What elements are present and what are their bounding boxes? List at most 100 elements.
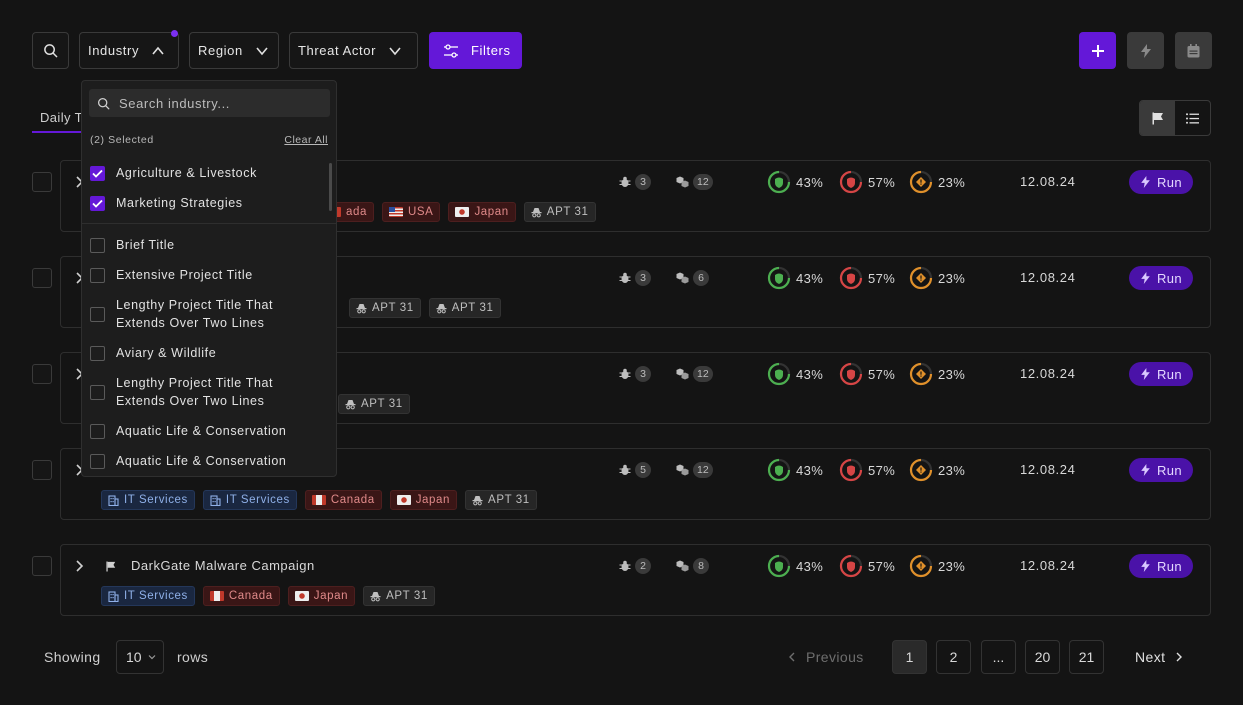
industry-option-label: Aquatic Life & Conservation — [116, 454, 287, 468]
industry-filter-button[interactable]: Industry — [79, 30, 179, 69]
industry-tag[interactable]: IT Services — [101, 586, 195, 606]
industry-option[interactable]: Aquatic Life & Conservation — [90, 452, 291, 470]
threat-actor-icon — [472, 495, 483, 506]
threat-actor-tag[interactable]: APT 31 — [465, 490, 537, 510]
page-button[interactable]: 2 — [936, 640, 971, 674]
list-view-button[interactable] — [1175, 101, 1210, 135]
run-button[interactable]: Run — [1129, 554, 1193, 578]
row-date: 12.08.24 — [1020, 366, 1076, 381]
calendar-button[interactable] — [1175, 32, 1212, 69]
next-label: Next — [1135, 649, 1166, 665]
expand-chevron-icon[interactable] — [74, 560, 84, 575]
run-button[interactable]: Run — [1129, 170, 1193, 194]
row-checkbox[interactable] — [32, 172, 52, 192]
industry-option[interactable]: Aquatic Life & Conservation — [90, 422, 291, 440]
option-checkbox[interactable] — [90, 165, 105, 181]
tag-label: APT 31 — [372, 302, 414, 314]
chevron-right-icon — [1176, 652, 1183, 662]
region-filter-button[interactable]: Region — [189, 32, 279, 69]
threat-actor-icon — [436, 303, 447, 314]
warning-diamond-icon — [909, 266, 933, 290]
threat-actor-filter-button[interactable]: Threat Actor — [289, 32, 418, 69]
industry-option[interactable]: Marketing Strategies — [90, 194, 291, 212]
run-all-button[interactable] — [1127, 32, 1164, 69]
threat-actor-tag[interactable]: APT 31 — [428, 298, 501, 318]
option-checkbox[interactable] — [90, 237, 105, 253]
green-score-gauge: 43% — [767, 362, 823, 386]
page-button[interactable]: ... — [981, 640, 1016, 674]
region-tag[interactable]: Japan — [389, 490, 458, 510]
page-button[interactable]: 21 — [1069, 640, 1104, 674]
rows-per-page-select[interactable]: 10 — [116, 640, 164, 674]
option-checkbox[interactable] — [90, 267, 105, 283]
industry-tag[interactable]: IT Services — [202, 490, 297, 510]
run-button[interactable]: Run — [1129, 266, 1193, 290]
region-tag[interactable]: USA — [382, 202, 441, 222]
row-checkbox[interactable] — [32, 556, 52, 576]
bolt-icon — [1140, 43, 1151, 58]
filters-button[interactable]: Filters — [429, 32, 522, 69]
page-button[interactable]: 20 — [1025, 640, 1060, 674]
run-button[interactable]: Run — [1129, 458, 1193, 482]
chevron-down-icon — [256, 46, 268, 55]
search-icon — [97, 97, 110, 109]
threat-actor-icon — [531, 207, 542, 218]
gauge-value: 57% — [868, 270, 896, 286]
asset-count-value: 12 — [693, 174, 713, 190]
option-checkbox[interactable] — [90, 453, 105, 469]
industry-option[interactable]: Extensive Project Title — [90, 266, 291, 284]
industry-option[interactable]: Brief Title — [90, 236, 291, 254]
previous-page-button[interactable]: Previous — [788, 649, 864, 665]
industry-option[interactable]: Lengthy Project Title That Extends Over … — [90, 296, 291, 332]
industry-search-input[interactable] — [119, 95, 319, 111]
bug-count: 3 — [619, 366, 651, 382]
row-date: 12.08.24 — [1020, 270, 1076, 285]
option-checkbox[interactable] — [90, 195, 105, 211]
threat-actor-tag[interactable]: APT 31 — [363, 586, 435, 606]
shield-red-icon — [839, 554, 863, 578]
red-score-gauge: 57% — [839, 362, 895, 386]
clear-all-link[interactable]: Clear All — [284, 134, 328, 146]
option-checkbox[interactable] — [90, 345, 105, 361]
region-tag[interactable]: Canada — [202, 586, 280, 606]
gauge-value: 43% — [796, 174, 824, 190]
red-score-gauge: 57% — [839, 554, 895, 578]
row-checkbox[interactable] — [32, 268, 52, 288]
flag-view-button[interactable] — [1140, 101, 1175, 135]
page-button[interactable]: 1 — [892, 640, 927, 674]
next-page-button[interactable]: Next — [1135, 649, 1183, 665]
industry-option[interactable]: Agriculture & Livestock — [90, 164, 291, 182]
active-filter-dot — [171, 30, 178, 37]
gauge-value: 57% — [868, 366, 896, 382]
bug-count: 5 — [619, 462, 651, 478]
search-button[interactable] — [32, 32, 69, 69]
threat-actor-tag[interactable]: APT 31 — [338, 394, 410, 414]
add-button[interactable] — [1079, 32, 1116, 69]
region-tag[interactable]: Canada — [304, 490, 382, 510]
asset-count: 6 — [676, 270, 709, 286]
gauge-value: 23% — [938, 270, 966, 286]
row-checkbox[interactable] — [32, 364, 52, 384]
previous-label: Previous — [806, 649, 864, 665]
region-tag[interactable]: Japan — [448, 202, 516, 222]
industry-option[interactable]: Lengthy Project Title That Extends Over … — [90, 374, 291, 410]
option-checkbox[interactable] — [90, 306, 105, 322]
run-button[interactable]: Run — [1129, 362, 1193, 386]
option-checkbox[interactable] — [90, 423, 105, 439]
chevron-down-icon — [148, 655, 156, 660]
tag-label: IT Services — [124, 590, 188, 602]
threat-actor-icon — [356, 303, 367, 314]
row-checkbox[interactable] — [32, 460, 52, 480]
cubes-icon — [676, 176, 689, 188]
threat-actor-tag[interactable]: APT 31 — [349, 298, 421, 318]
industry-tag[interactable]: IT Services — [101, 490, 195, 510]
industry-option[interactable]: Aviary & Wildlife — [90, 344, 291, 362]
calendar-icon — [1187, 43, 1200, 57]
bolt-icon — [1141, 368, 1150, 380]
option-checkbox[interactable] — [90, 384, 105, 400]
threat-actor-tag[interactable]: APT 31 — [523, 202, 596, 222]
industry-dropdown: (2) Selected Clear All Agriculture & Liv… — [81, 80, 337, 477]
region-tag[interactable]: Japan — [287, 586, 356, 606]
industry-option-label: Brief Title — [116, 238, 175, 252]
dropdown-scrollbar[interactable] — [329, 163, 332, 211]
